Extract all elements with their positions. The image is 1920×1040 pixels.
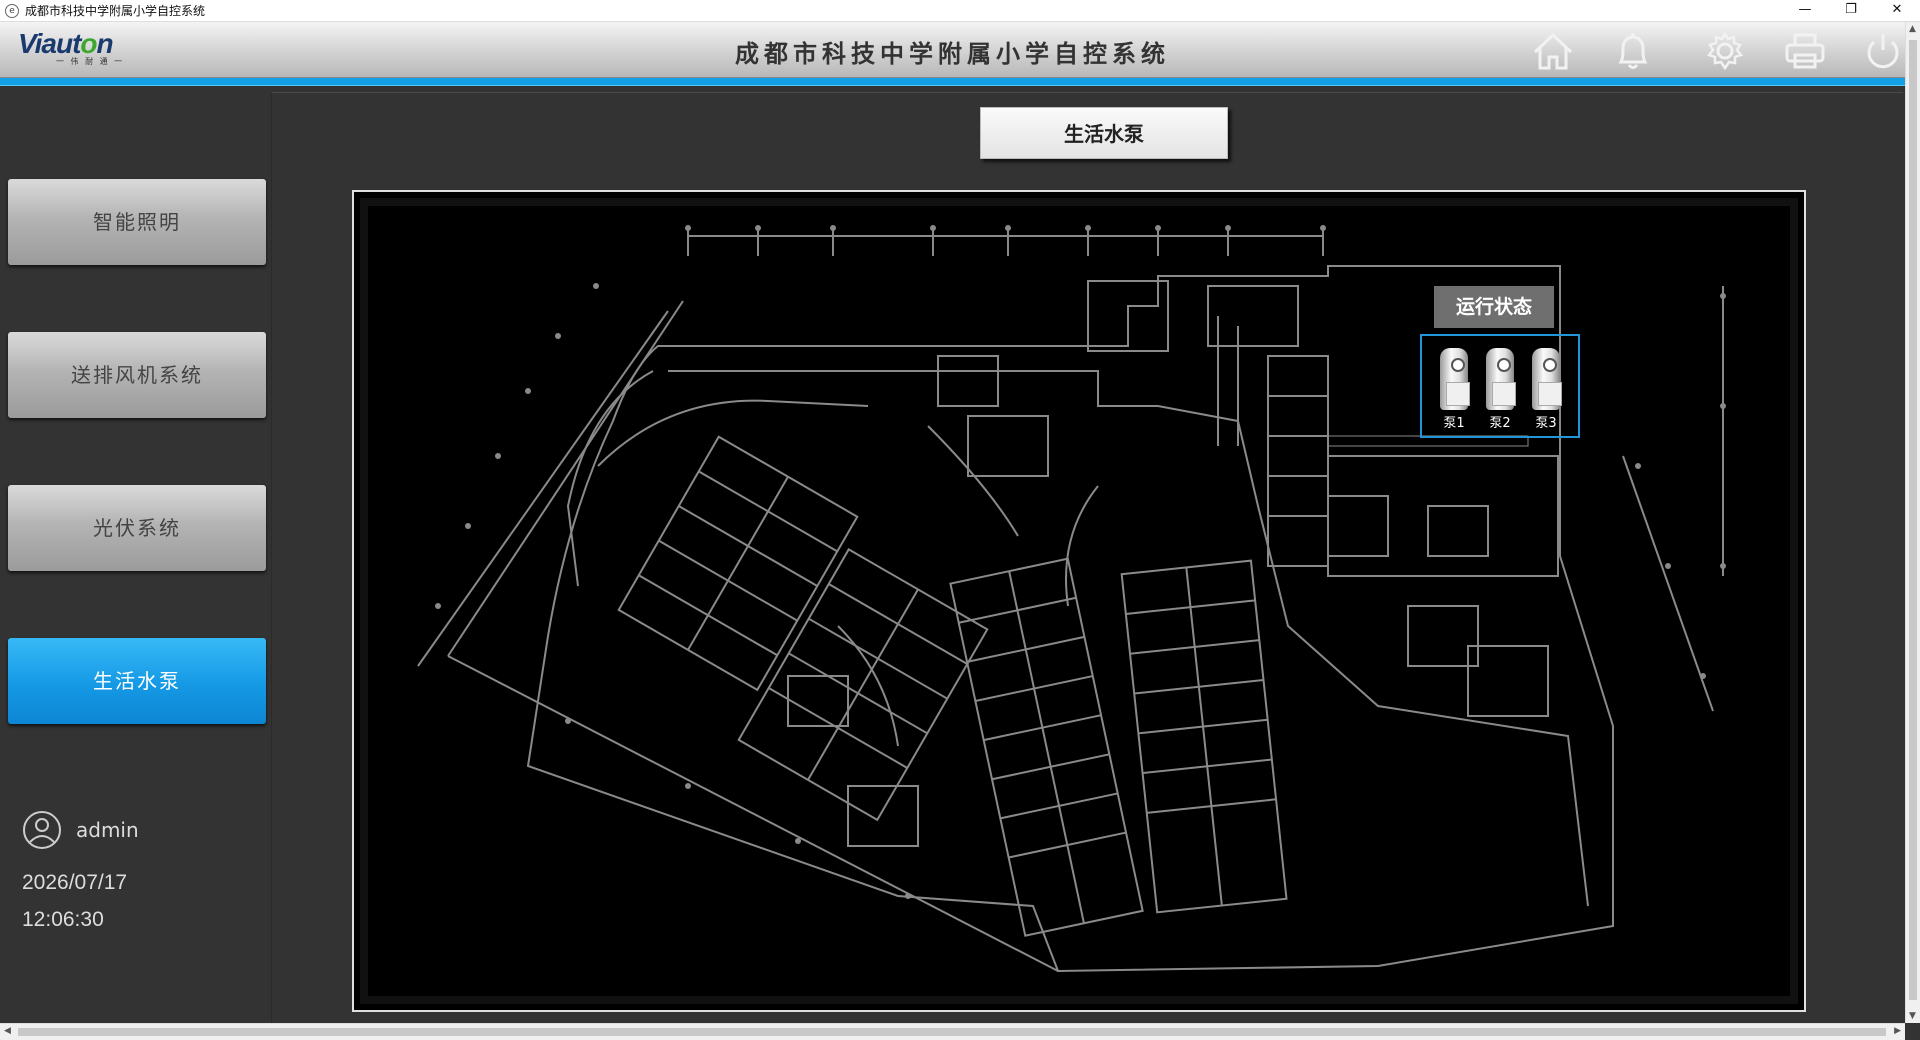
pump-icon — [1440, 348, 1470, 410]
gear-icon[interactable] — [1702, 30, 1748, 72]
bell-icon[interactable] — [1610, 30, 1656, 72]
main-panel: 生活水泵 运行状态 泵1 泵2 泵3 — [271, 92, 1903, 1023]
scroll-up-icon[interactable]: ▲ — [1909, 24, 1916, 34]
window-title: 成都市科技中学附属小学自控系统 — [25, 4, 206, 18]
floor-plan-frame: 运行状态 泵1 泵2 泵3 — [352, 190, 1806, 1012]
user-avatar-icon — [23, 811, 61, 849]
sidebar: 智能照明 送排风机系统 光伏系统 生活水泵 admin 2026/07/17 1… — [0, 88, 268, 1023]
sidebar-item-photovoltaic[interactable]: 光伏系统 — [8, 485, 266, 571]
scroll-down-icon[interactable]: ▼ — [1909, 1011, 1916, 1021]
running-status-label: 运行状态 — [1434, 286, 1554, 328]
close-button[interactable]: ✕ — [1874, 0, 1920, 22]
scroll-right-icon[interactable]: ▶ — [1894, 1026, 1901, 1036]
floor-plan-drawing — [417, 225, 1726, 973]
pump-label: 泵3 — [1535, 416, 1557, 431]
floor-plan: 运行状态 泵1 泵2 泵3 — [360, 198, 1798, 1004]
pump-1[interactable]: 泵1 — [1436, 348, 1472, 434]
pump-2[interactable]: 泵2 — [1482, 348, 1518, 434]
minimize-button[interactable]: — — [1782, 0, 1828, 22]
vertical-scrollbar[interactable]: ▲ ▼ — [1905, 22, 1920, 1023]
home-icon[interactable] — [1530, 30, 1576, 72]
horizontal-scrollbar[interactable]: ◀ ▶ — [0, 1023, 1905, 1040]
pump-icon — [1486, 348, 1516, 410]
sidebar-item-lighting[interactable]: 智能照明 — [8, 179, 266, 265]
app-icon: e — [5, 3, 19, 18]
sidebar-item-ventilation[interactable]: 送排风机系统 — [8, 332, 266, 418]
page-title: 生活水泵 — [980, 107, 1228, 159]
username: admin — [76, 818, 139, 842]
power-icon[interactable] — [1860, 30, 1906, 72]
pump-label: 泵1 — [1443, 416, 1465, 431]
printer-icon[interactable] — [1782, 30, 1828, 72]
pump-label: 泵2 — [1489, 416, 1511, 431]
window-titlebar: e 成都市科技中学附属小学自控系统 — ❐ ✕ — [0, 0, 1920, 22]
scrollbar-thumb[interactable] — [1909, 40, 1917, 1000]
app-header: Viauton 一 伟 耐 通 一 成都市科技中学附属小学自控系统 — [0, 22, 1905, 78]
current-time: 12:06:30 — [22, 908, 104, 931]
sidebar-item-water-pump[interactable]: 生活水泵 — [8, 638, 266, 724]
header-accent-bar — [0, 78, 1905, 86]
current-date: 2026/07/17 — [22, 871, 128, 894]
restore-button[interactable]: ❐ — [1828, 0, 1874, 22]
scrollbar-thumb[interactable] — [18, 1028, 1886, 1036]
pump-3[interactable]: 泵3 — [1528, 348, 1564, 434]
pump-status-box: 泵1 泵2 泵3 — [1420, 334, 1580, 438]
user-info: admin — [22, 810, 139, 850]
pump-icon — [1532, 348, 1562, 410]
scroll-left-icon[interactable]: ◀ — [4, 1026, 11, 1036]
